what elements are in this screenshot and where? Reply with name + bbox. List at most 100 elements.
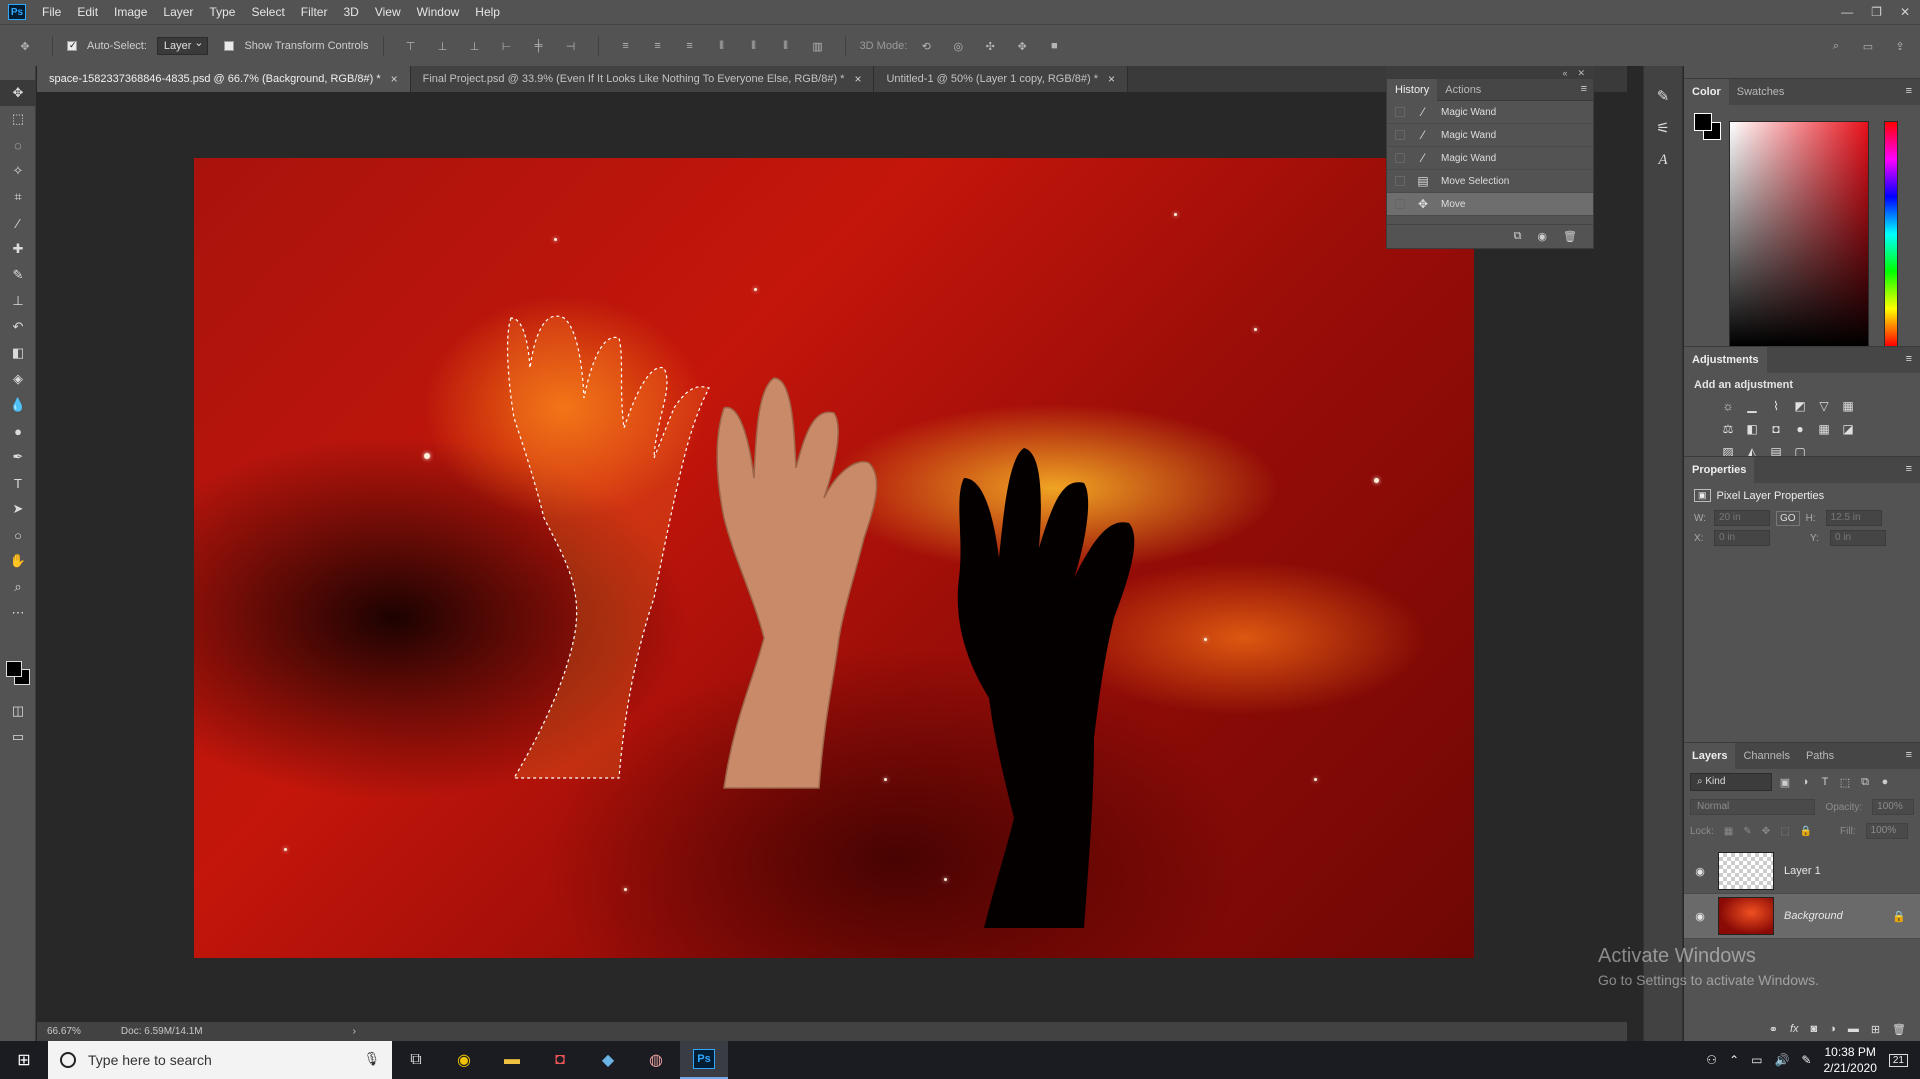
tab-layers[interactable]: Layers: [1684, 743, 1736, 769]
visibility-eye-icon[interactable]: ◉: [1692, 865, 1708, 878]
orbit-3d-icon[interactable]: ⟲: [918, 40, 934, 53]
new-group-folder-icon[interactable]: ▬: [1848, 1023, 1859, 1035]
foreground-color-swatch[interactable]: [6, 661, 22, 677]
notifications-icon[interactable]: 21: [1888, 1053, 1908, 1067]
share-icon[interactable]: ⇪: [1892, 40, 1908, 53]
color-lookup-icon[interactable]: ▦: [1815, 420, 1833, 438]
tab-paths[interactable]: Paths: [1798, 743, 1842, 769]
auto-select-checkbox[interactable]: [67, 40, 77, 51]
new-document-from-state-icon[interactable]: ⧉: [1514, 230, 1522, 243]
visibility-eye-icon[interactable]: ◉: [1692, 910, 1708, 923]
collapse-icon[interactable]: «: [1562, 67, 1567, 79]
clock[interactable]: 10:38 PM 2/21/2020: [1823, 1044, 1876, 1076]
menu-filter[interactable]: Filter: [293, 0, 336, 24]
align-left-icon[interactable]: ⊢: [499, 40, 515, 53]
new-adjustment-layer-icon[interactable]: ◑: [1829, 1023, 1836, 1035]
menu-view[interactable]: View: [367, 0, 409, 24]
auto-select-dropdown[interactable]: Layer: [156, 36, 209, 55]
align-right-icon[interactable]: ⊣: [563, 40, 579, 53]
history-item[interactable]: ✥ Move: [1387, 193, 1593, 216]
distribute-right-icon[interactable]: ⦀: [778, 40, 794, 52]
document-tab[interactable]: Final Project.psd @ 33.9% (Even If It Lo…: [410, 66, 875, 92]
drag-3d-icon[interactable]: ✣: [982, 40, 998, 53]
panel-menu-icon[interactable]: ≡: [1906, 749, 1912, 761]
blend-mode-select[interactable]: Normal: [1690, 799, 1816, 815]
height-field[interactable]: 12.5 in: [1825, 510, 1882, 526]
eraser-tool-icon[interactable]: ◧: [0, 340, 36, 366]
layer-kind-filter[interactable]: ⌕ Kind: [1690, 773, 1772, 791]
history-brush-source-checkbox[interactable]: [1395, 107, 1405, 117]
color-swatches[interactable]: [6, 661, 36, 691]
levels-icon[interactable]: ▁: [1743, 397, 1761, 415]
lock-all-icon[interactable]: 🔒: [1800, 826, 1812, 837]
panel-menu-icon[interactable]: ≡: [1581, 83, 1587, 95]
paint-bucket-tool-icon[interactable]: ◈: [0, 366, 36, 392]
move-tool-icon[interactable]: ✥: [0, 80, 36, 106]
network-icon[interactable]: ▭: [1751, 1053, 1762, 1067]
delete-layer-trash-icon[interactable]: 🗑: [1892, 1023, 1906, 1036]
foreground-color-swatch[interactable]: [1694, 113, 1712, 131]
blur-tool-icon[interactable]: 💧: [0, 392, 36, 418]
brush-settings-icon[interactable]: ✎: [1644, 80, 1682, 112]
align-bottom-icon[interactable]: ⊥: [467, 40, 483, 53]
task-view-icon[interactable]: ⧉: [392, 1041, 440, 1079]
history-brush-source-checkbox[interactable]: [1395, 199, 1405, 209]
link-dimensions-button[interactable]: GO: [1776, 510, 1800, 526]
auto-align-icon[interactable]: ▥: [810, 40, 826, 53]
exposure-icon[interactable]: ◩: [1791, 397, 1809, 415]
filter-smart-object-icon[interactable]: ⧉: [1858, 776, 1872, 789]
tab-channels[interactable]: Channels: [1735, 743, 1797, 769]
color-panel-swatches[interactable]: [1694, 113, 1722, 141]
panel-menu-icon[interactable]: ≡: [1906, 463, 1912, 475]
opacity-field[interactable]: 100%: [1872, 799, 1914, 815]
black-white-icon[interactable]: ◧: [1743, 420, 1761, 438]
history-item[interactable]: ⁄ Magic Wand: [1387, 147, 1593, 170]
more-tools-icon[interactable]: ⋯: [0, 600, 36, 626]
curves-icon[interactable]: ⌇: [1767, 397, 1785, 415]
vibrance-icon[interactable]: ▽: [1815, 397, 1833, 415]
move-tool-preset-icon[interactable]: ✥: [17, 40, 33, 53]
brightness-contrast-icon[interactable]: ☼: [1719, 397, 1737, 415]
distribute-vcenter-icon[interactable]: ≡: [650, 40, 666, 52]
chrome-icon[interactable]: ◉: [440, 1041, 488, 1079]
path-selection-tool-icon[interactable]: ➤: [0, 496, 36, 522]
y-field[interactable]: 0 in: [1830, 530, 1886, 546]
new-layer-icon[interactable]: ⊞: [1871, 1023, 1880, 1036]
type-tool-icon[interactable]: T: [0, 470, 36, 496]
distribute-top-icon[interactable]: ≡: [618, 40, 634, 52]
notes-app-icon[interactable]: ◆: [584, 1041, 632, 1079]
align-vcenter-icon[interactable]: ⊥: [435, 40, 451, 53]
document-canvas[interactable]: [194, 158, 1474, 958]
close-tab-icon[interactable]: ×: [854, 66, 861, 92]
menu-select[interactable]: Select: [243, 0, 292, 24]
distribute-bottom-icon[interactable]: ≡: [682, 40, 698, 52]
hand-tool-icon[interactable]: ✋: [0, 548, 36, 574]
eyedropper-tool-icon[interactable]: ⁄: [0, 210, 36, 236]
layer-row[interactable]: ◉ Background 🔒: [1684, 894, 1920, 939]
layer-name[interactable]: Background: [1784, 910, 1843, 922]
filter-type-icon[interactable]: T: [1818, 776, 1832, 788]
layer-name[interactable]: Layer 1: [1784, 865, 1821, 877]
discord-icon[interactable]: ◘: [536, 1041, 584, 1079]
microphone-icon[interactable]: 🎙: [363, 1051, 380, 1067]
panel-menu-icon[interactable]: ≡: [1906, 353, 1912, 365]
paint-app-icon[interactable]: ◍: [632, 1041, 680, 1079]
width-field[interactable]: 20 in: [1714, 510, 1770, 526]
layer-row[interactable]: ◉ Layer 1: [1684, 849, 1920, 894]
windows-start-icon[interactable]: ⊞: [0, 1041, 48, 1079]
zoom-tool-icon[interactable]: ⌕: [0, 574, 36, 600]
photoshop-taskbar-icon[interactable]: Ps: [680, 1041, 728, 1079]
tab-properties[interactable]: Properties: [1684, 457, 1755, 483]
show-transform-checkbox[interactable]: [224, 40, 235, 51]
filter-pixel-icon[interactable]: ▣: [1778, 776, 1792, 789]
status-menu-arrow-icon[interactable]: ›: [353, 1026, 356, 1037]
hue-slider[interactable]: [1884, 121, 1898, 347]
scale-3d-icon[interactable]: ■: [1046, 40, 1062, 52]
healing-brush-tool-icon[interactable]: ✚: [0, 236, 36, 262]
document-tab[interactable]: space-1582337368846-4835.psd @ 66.7% (Ba…: [37, 66, 411, 92]
zoom-level[interactable]: 66.67%: [47, 1026, 81, 1037]
pen-workspace-icon[interactable]: ✎: [1801, 1053, 1811, 1067]
search-icon[interactable]: ⌕: [1828, 40, 1844, 52]
delete-trash-icon[interactable]: 🗑: [1563, 230, 1577, 243]
taskbar-search-box[interactable]: Type here to search 🎙: [48, 1041, 392, 1079]
